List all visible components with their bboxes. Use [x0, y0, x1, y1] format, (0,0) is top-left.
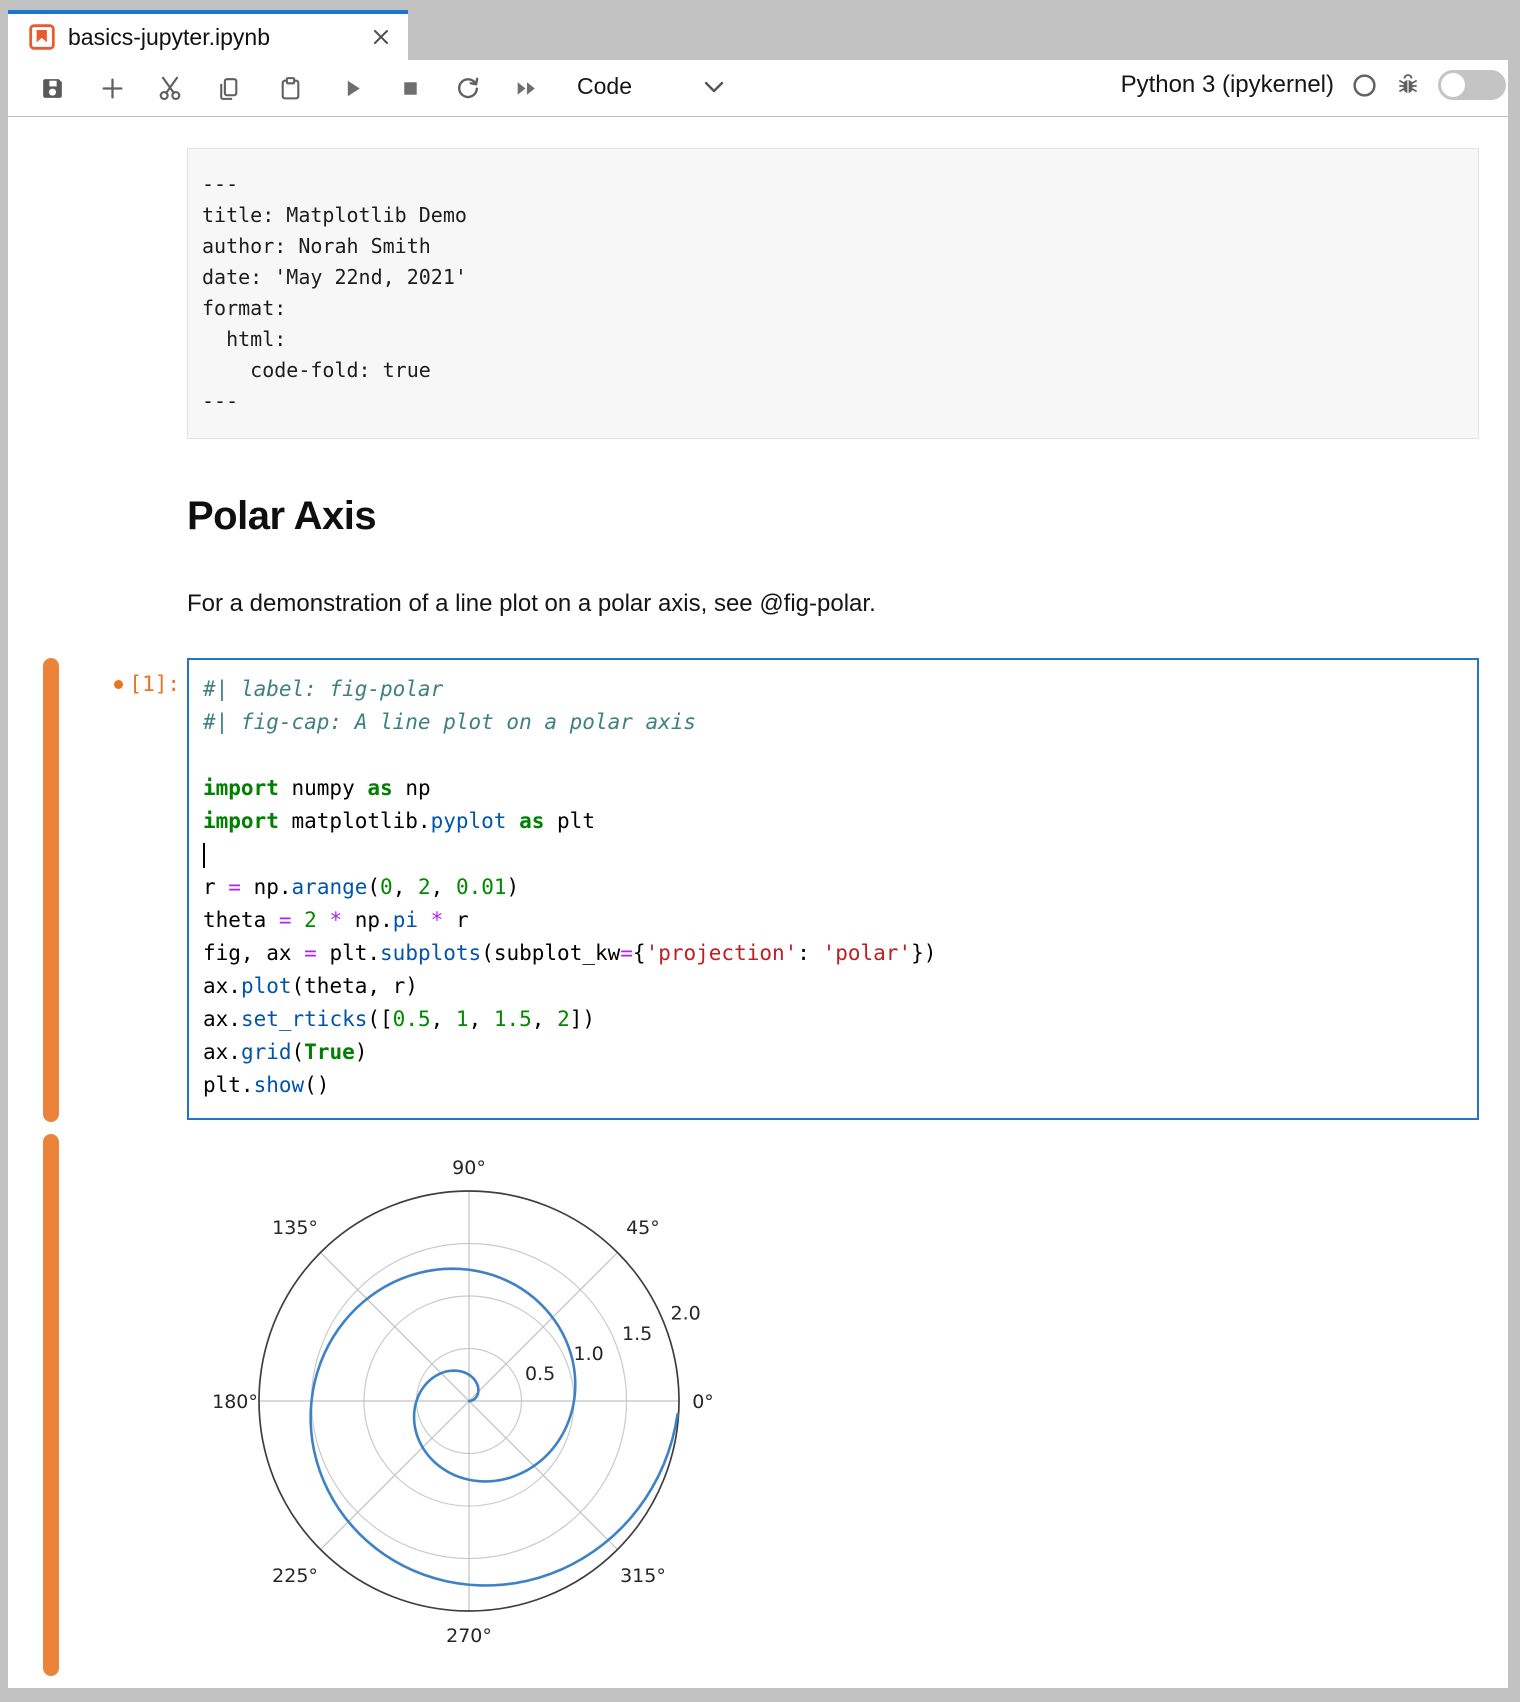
svg-text:90°: 90° [452, 1157, 486, 1179]
raw-cell-editor[interactable]: --- title: Matplotlib Demo author: Norah… [187, 148, 1479, 439]
svg-text:45°: 45° [626, 1217, 660, 1239]
polar-plot-output: 0° 45° 90° 135° 180° 225° 270° 315° 0.5 1.0 1.5 2.0 [199, 1131, 739, 1671]
kernel-name[interactable]: Python 3 (ipykernel) [1121, 71, 1334, 99]
debugger-bug-icon[interactable] [1395, 72, 1421, 98]
plus-icon [99, 75, 126, 102]
svg-text:315°: 315° [620, 1565, 666, 1587]
close-icon[interactable] [368, 24, 394, 50]
save-button[interactable] [38, 74, 66, 102]
markdown-paragraph: For a demonstration of a line plot on a … [187, 590, 876, 618]
svg-text:1.5: 1.5 [622, 1323, 652, 1345]
kernel-status-icon [1351, 72, 1378, 99]
raw-cell-text: --- title: Matplotlib Demo author: Norah… [188, 149, 1478, 437]
input-collapser[interactable] [43, 658, 59, 1122]
restart-kernel-button[interactable] [454, 74, 482, 102]
play-icon [339, 75, 366, 102]
svg-text:2.0: 2.0 [671, 1303, 701, 1325]
restart-run-all-button[interactable] [512, 74, 540, 102]
save-icon [39, 75, 66, 102]
code-text: #| label: fig-polar#| fig-cap: A line pl… [189, 660, 1477, 1115]
simple-mode-toggle[interactable] [1438, 70, 1506, 100]
stop-icon [397, 75, 424, 102]
notebook-file-icon [28, 23, 56, 51]
paste-cells-button[interactable] [276, 74, 304, 102]
section-heading: Polar Axis [187, 494, 376, 539]
add-cell-button[interactable] [98, 74, 126, 102]
svg-text:180°: 180° [212, 1391, 258, 1413]
clipboard-icon [277, 75, 304, 102]
tab-title: basics-jupyter.ipynb [68, 24, 360, 51]
cell-type-dropdown[interactable]: Code [577, 73, 632, 100]
execution-count: [1]: [129, 672, 180, 696]
svg-text:270°: 270° [446, 1625, 492, 1647]
chevron-down-icon[interactable] [703, 80, 725, 99]
restart-icon [454, 74, 482, 102]
execution-prompt: [1]: [84, 672, 180, 696]
svg-text:1.0: 1.0 [574, 1343, 604, 1365]
interrupt-kernel-button[interactable] [396, 74, 424, 102]
copy-cells-button[interactable] [214, 74, 242, 102]
svg-text:225°: 225° [272, 1565, 318, 1587]
svg-text:0°: 0° [692, 1391, 714, 1413]
cut-cells-button[interactable] [156, 74, 184, 102]
notebook-tab[interactable]: basics-jupyter.ipynb [8, 10, 408, 60]
svg-text:135°: 135° [272, 1217, 318, 1239]
cell-dirty-indicator [114, 680, 123, 689]
code-cell-editor[interactable]: #| label: fig-polar#| fig-cap: A line pl… [187, 658, 1479, 1120]
scissors-icon [156, 74, 184, 102]
svg-text:0.5: 0.5 [525, 1363, 555, 1385]
copy-icon [215, 75, 242, 102]
toggle-knob [1441, 73, 1465, 97]
output-collapser[interactable] [43, 1134, 59, 1676]
run-cell-button[interactable] [338, 74, 366, 102]
fast-forward-icon [513, 75, 540, 102]
